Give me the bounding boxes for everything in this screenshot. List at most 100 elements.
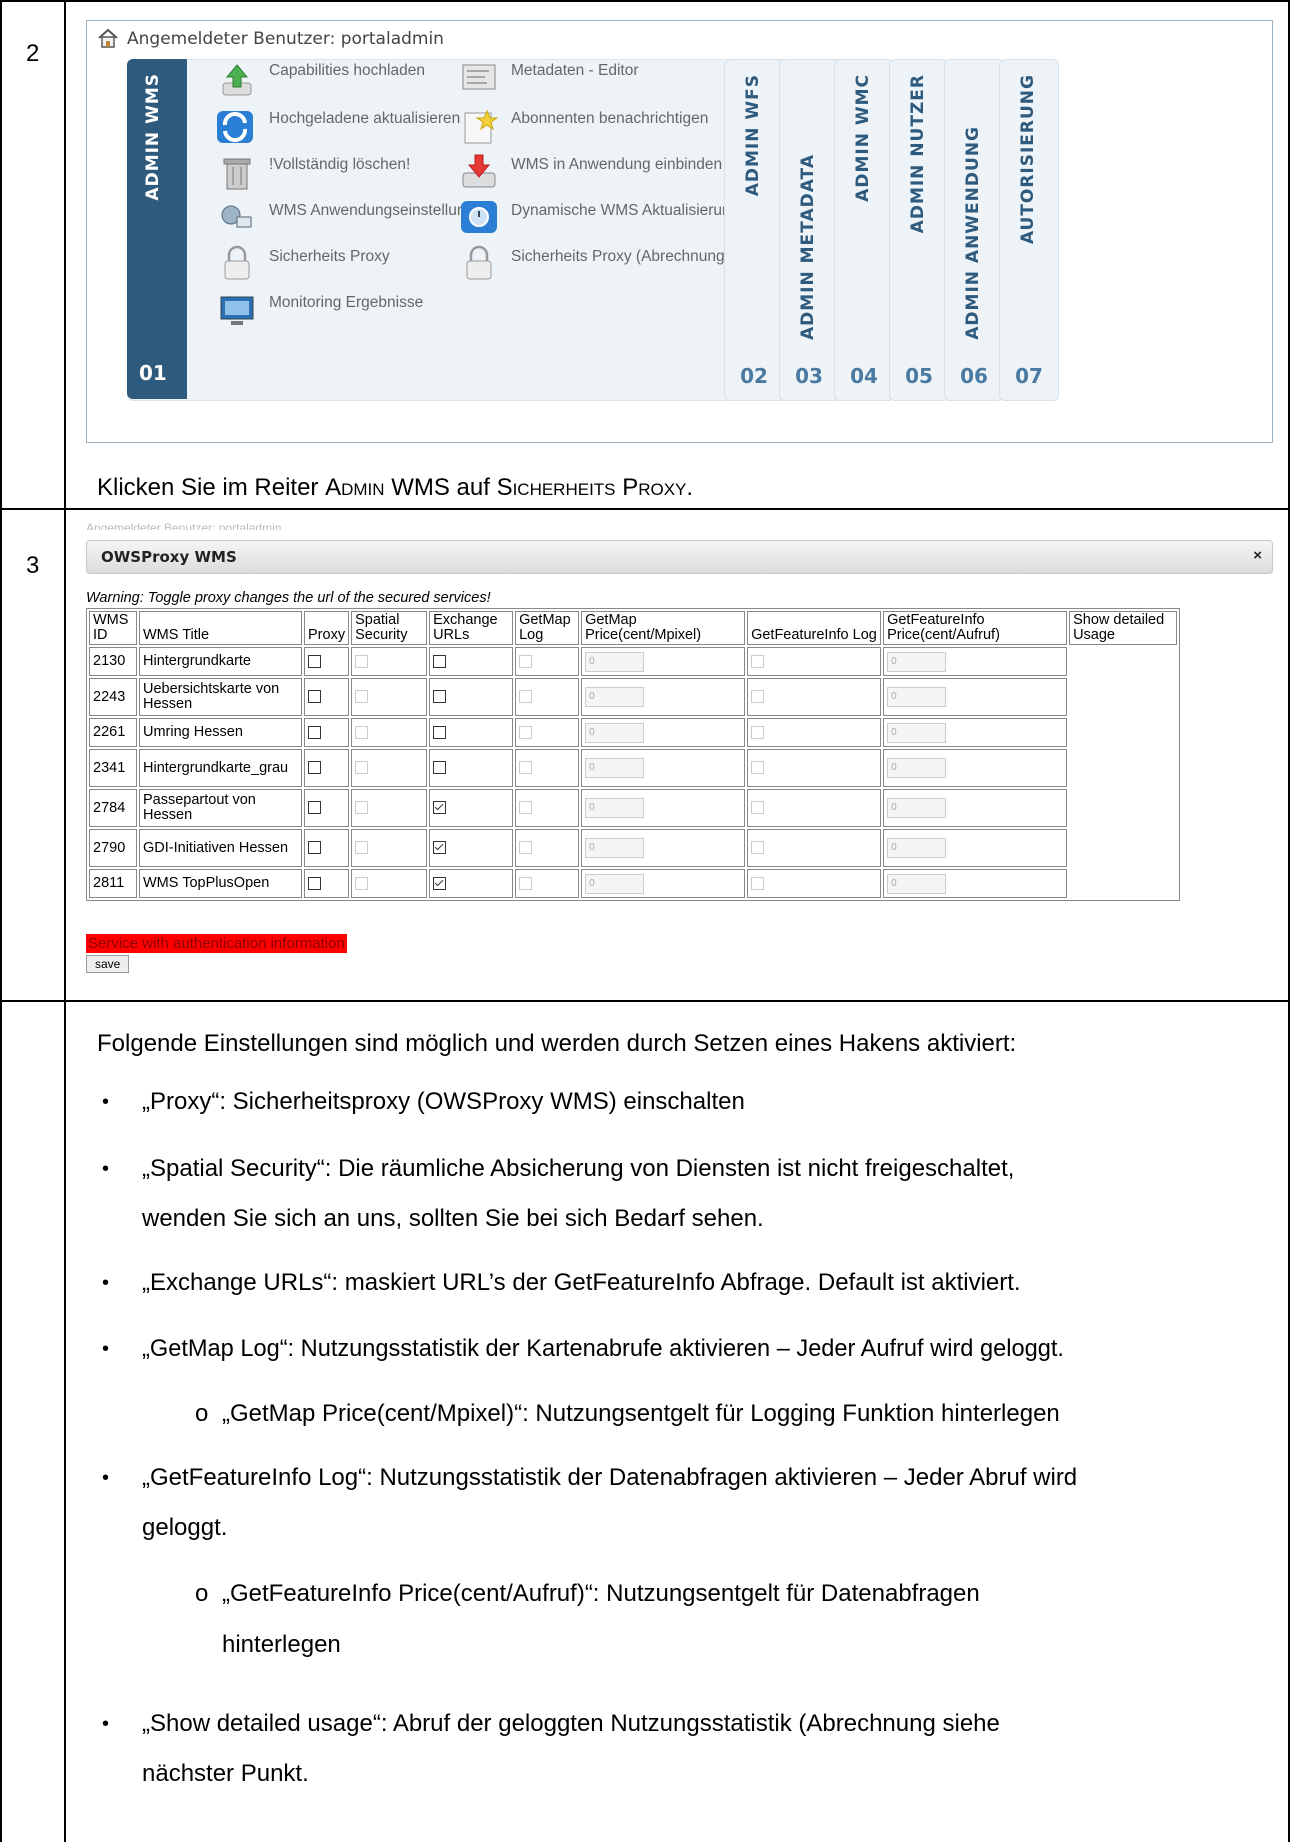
header-getmap-price: GetMap Price(cent/Mpixel)	[581, 611, 746, 645]
note-gfi-log-l1: „GetFeatureInfo Log“: Nutzungsstatistik …	[142, 1464, 1078, 1491]
table-cell	[351, 647, 428, 676]
tab-admin-wmc[interactable]: ADMIN WMC 04	[834, 59, 894, 401]
owsproxy-dialog: OWSProxy WMS × Warning: Toggle proxy cha…	[86, 530, 1273, 990]
menu-item-monitoring[interactable]: Monitoring Ergebnisse	[269, 293, 423, 312]
note-show-usage-l2: nächster Punkt.	[142, 1760, 309, 1787]
note-spatial-security-l1: „Spatial Security“: Die räumliche Absich…	[142, 1155, 1015, 1182]
table-cell	[351, 869, 428, 898]
spatial-security-checkbox	[355, 690, 369, 704]
table-border-mid	[64, 0, 66, 1842]
save-button[interactable]: save	[86, 955, 130, 973]
note-exchange-urls: „Exchange URLs“: maskiert URL’s der GetF…	[142, 1269, 1021, 1296]
exchange-urls-checkbox[interactable]	[433, 725, 447, 739]
table-cell	[429, 678, 514, 716]
table-cell	[747, 718, 882, 747]
close-icon[interactable]: ×	[1253, 547, 1262, 564]
exchange-urls-checkbox[interactable]	[433, 841, 447, 855]
table-cell: Passepartout von Hessen	[139, 789, 302, 827]
note-gfi-price-l2: hinterlegen	[222, 1631, 341, 1658]
getmap-price-input: 0	[585, 873, 645, 894]
menu-item-capabilities-upload[interactable]: Capabilities hochladen	[269, 61, 425, 80]
table-cell	[515, 869, 580, 898]
proxy-checkbox[interactable]	[308, 841, 321, 855]
exchange-urls-checkbox[interactable]	[433, 761, 447, 775]
tab-admin-anwendung[interactable]: ADMIN ANWENDUNG 06	[944, 59, 1004, 401]
tab-admin-nutzer[interactable]: ADMIN NUTZER 05	[889, 59, 949, 401]
tab-admin-wfs[interactable]: ADMIN WFS 02	[724, 59, 784, 401]
table-cell	[304, 869, 350, 898]
gfi-price-input: 0	[887, 873, 947, 894]
tab-label: ADMIN NUTZER	[908, 74, 928, 234]
upload-icon	[222, 64, 252, 96]
menu-item-notify-subscribers[interactable]: Abonnenten benachrichtigen	[511, 109, 708, 128]
table-cell: 0	[581, 749, 746, 787]
menu-item-embed-wms[interactable]: WMS in Anwendung einbinden	[511, 155, 722, 174]
table-cell	[351, 749, 428, 787]
lock-icon	[224, 245, 250, 280]
proxy-checkbox[interactable]	[308, 654, 321, 668]
wms-id-cell: 2341	[93, 759, 126, 776]
getmap-log-checkbox	[519, 654, 533, 668]
tab-admin-metadata[interactable]: ADMIN METADATA 03	[779, 59, 839, 401]
spatial-security-checkbox	[355, 876, 369, 890]
tab-label: ADMIN WFS	[743, 74, 763, 197]
wms-id-cell: 2261	[93, 724, 126, 740]
table-cell	[747, 749, 882, 787]
tab-autorisierung[interactable]: AUTORISIERUNG 07	[999, 59, 1059, 401]
exchange-urls-checkbox[interactable]	[433, 690, 447, 704]
wms-id-cell: 2243	[93, 688, 126, 705]
table-cell	[747, 789, 882, 827]
menu-item-security-proxy-billing[interactable]: Sicherheits Proxy (Abrechnung)	[511, 247, 730, 266]
proxy-checkbox[interactable]	[308, 761, 321, 775]
proxy-checkbox[interactable]	[308, 725, 321, 739]
metadata-editor-icon	[462, 64, 496, 90]
tab-admin-wms[interactable]: ADMIN WMS 01	[127, 59, 187, 399]
menu-item-security-proxy[interactable]: Sicherheits Proxy	[269, 247, 390, 266]
table-cell: 0	[883, 869, 1068, 898]
admin-panel-screenshot: Angemeldeter Benutzer: portaladmin ADMIN…	[86, 20, 1273, 443]
proxy-checkbox[interactable]	[308, 690, 321, 704]
spatial-security-checkbox	[355, 801, 369, 815]
table-cell: WMS TopPlusOpen	[139, 869, 302, 898]
menu-item-refresh-uploaded[interactable]: Hochgeladene aktualisieren	[269, 109, 460, 128]
table-cell	[515, 718, 580, 747]
embed-icon	[462, 154, 496, 188]
header-gfi-price: GetFeatureInfo Price(cent/Aufruf)	[883, 611, 1068, 645]
table-cell: 0	[883, 718, 1068, 747]
step-number: 3	[26, 552, 40, 579]
menu-item-delete[interactable]: !Vollständig löschen!	[269, 155, 410, 174]
getmap-log-checkbox	[519, 725, 533, 739]
gfi-log-checkbox	[751, 876, 765, 890]
caption-smallcaps: Admin	[325, 474, 385, 501]
menu-item-wms-settings[interactable]: WMS Anwendungseinstellungen	[269, 201, 491, 220]
table-cell: 0	[581, 647, 746, 676]
table-cell: Hintergrundkarte_grau	[139, 749, 302, 787]
table-cell: 0	[883, 829, 1068, 867]
exchange-urls-checkbox[interactable]	[433, 876, 447, 890]
table-cell	[429, 647, 514, 676]
tab-number: 06	[960, 364, 988, 388]
wms-title-cell: WMS TopPlusOpen	[143, 875, 270, 891]
table-cell	[304, 678, 350, 716]
getmap-price-input: 0	[585, 758, 645, 778]
caption-smallcaps: Sicherheits Proxy	[496, 474, 687, 501]
getmap-log-checkbox	[519, 761, 533, 775]
menu-item-dynamic-refresh[interactable]: Dynamische WMS Aktualisierung	[511, 201, 739, 220]
table-cell: 0	[581, 789, 746, 827]
header-proxy: Proxy	[304, 611, 350, 645]
table-cell: 2790	[89, 829, 137, 867]
exchange-urls-checkbox[interactable]	[433, 801, 447, 815]
spatial-security-checkbox	[355, 841, 369, 855]
proxy-checkbox[interactable]	[308, 801, 321, 815]
trash-icon	[223, 158, 251, 190]
table-cell	[304, 829, 350, 867]
table-cell: 0	[883, 789, 1068, 827]
proxy-checkbox[interactable]	[308, 876, 321, 890]
table-cell: 0	[581, 829, 746, 867]
tab-number: 04	[850, 364, 878, 388]
exchange-urls-checkbox[interactable]	[433, 654, 447, 668]
note-gfi-price-l1: „GetFeatureInfo Price(cent/Aufruf)“: Nut…	[222, 1580, 980, 1607]
table-cell	[304, 718, 350, 747]
tab-label: AUTORISIERUNG	[1018, 74, 1038, 245]
menu-item-metadata-editor[interactable]: Metadaten - Editor	[511, 61, 639, 80]
